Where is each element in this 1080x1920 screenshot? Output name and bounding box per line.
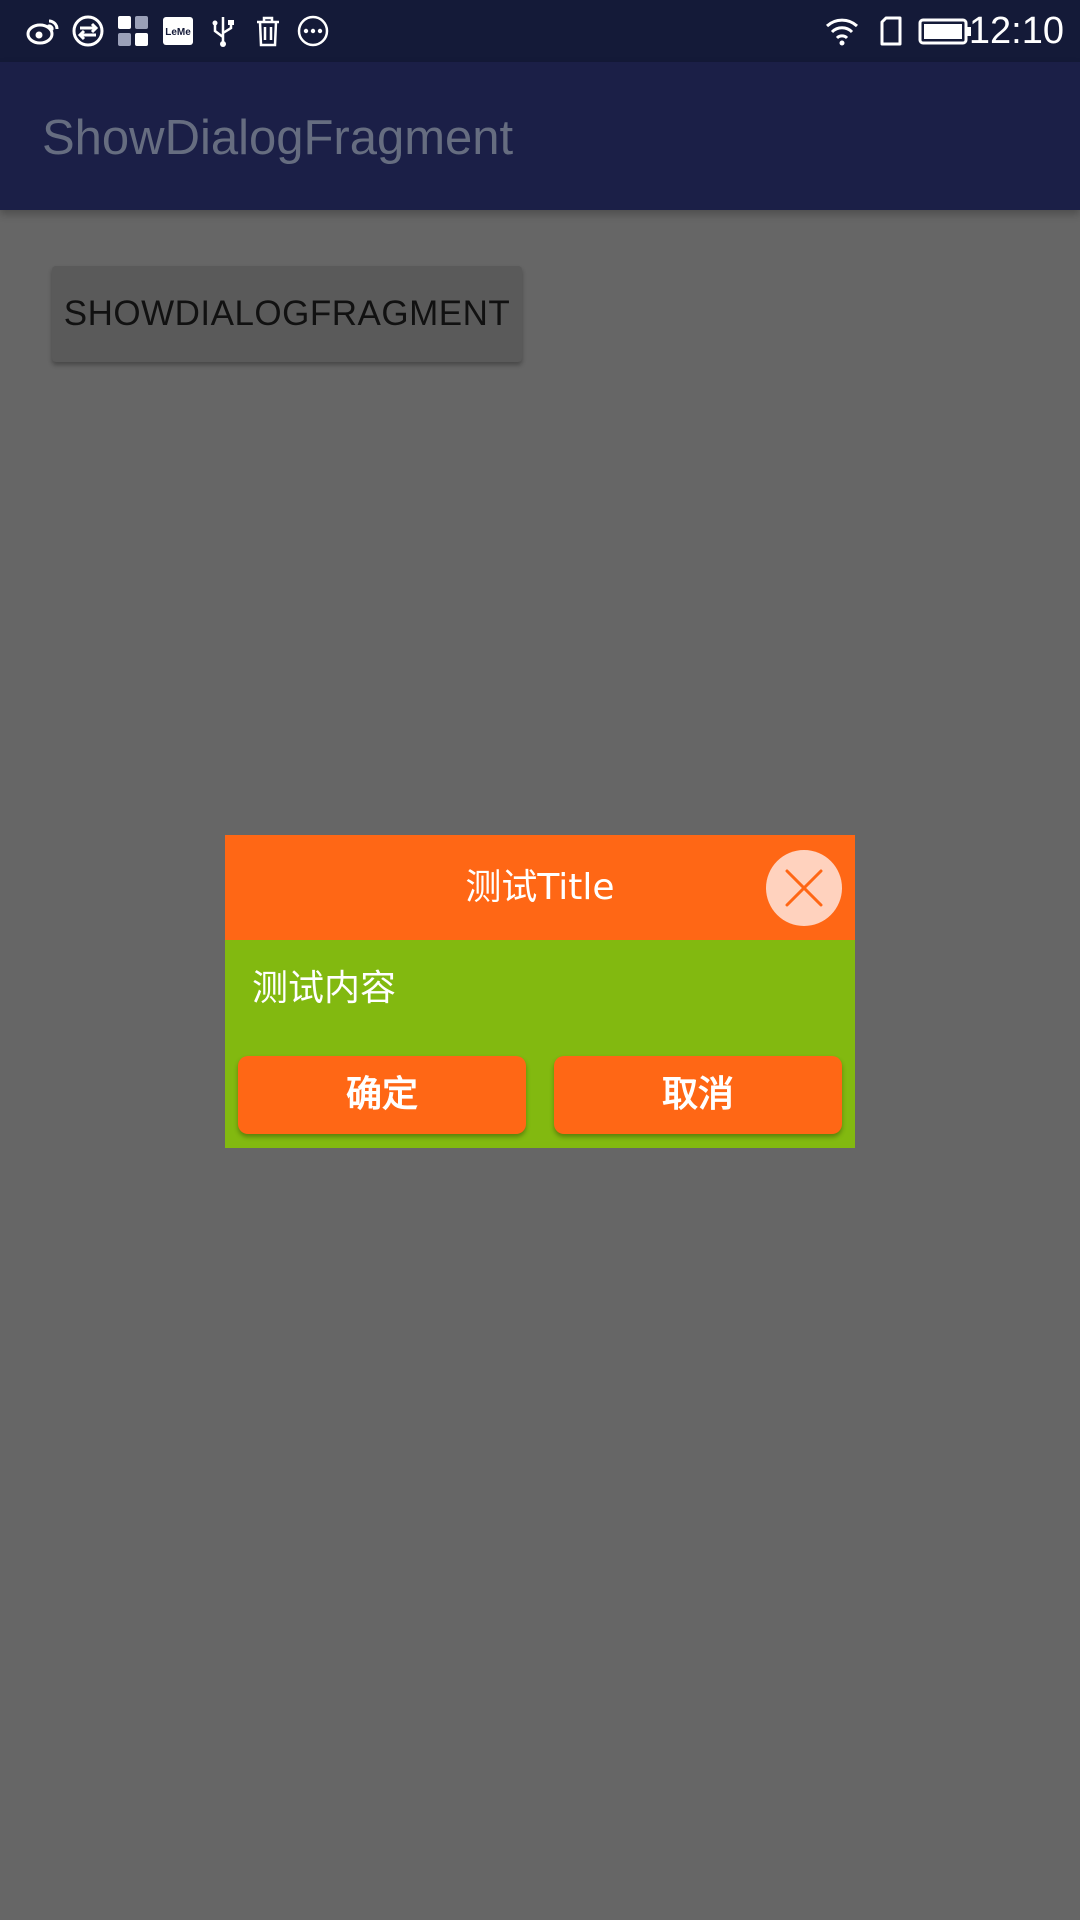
leme-icon: LeMe bbox=[160, 13, 196, 49]
weibo-icon bbox=[25, 13, 61, 49]
battery-icon bbox=[918, 13, 972, 49]
trash-icon bbox=[250, 13, 286, 49]
app-title: ShowDialogFragment bbox=[42, 111, 514, 165]
sync-icon bbox=[70, 13, 106, 49]
close-button[interactable] bbox=[766, 850, 842, 926]
status-bar: LeMe 12:10 bbox=[0, 0, 1080, 62]
sim-card-icon bbox=[874, 13, 910, 49]
status-time: 12:10 bbox=[968, 10, 1064, 52]
dialog: 测试Title 测试内容 确定 取消 bbox=[225, 835, 855, 1148]
more-icon bbox=[295, 13, 331, 49]
usb-icon bbox=[205, 13, 241, 49]
close-icon bbox=[766, 850, 842, 926]
show-dialog-fragment-button[interactable]: SHOWDIALOGFRAGMENT bbox=[52, 266, 522, 362]
dialog-content: 测试内容 bbox=[252, 968, 397, 1009]
wifi-icon bbox=[824, 13, 860, 49]
leme-icon-text: LeMe bbox=[165, 27, 191, 38]
dialog-header: 测试Title bbox=[225, 835, 855, 940]
apps-grid-icon bbox=[115, 13, 151, 49]
app-bar: ShowDialogFragment bbox=[0, 62, 1080, 210]
dialog-title: 测试Title bbox=[465, 867, 615, 908]
ok-button[interactable]: 确定 bbox=[238, 1056, 526, 1134]
cancel-button[interactable]: 取消 bbox=[554, 1056, 842, 1134]
